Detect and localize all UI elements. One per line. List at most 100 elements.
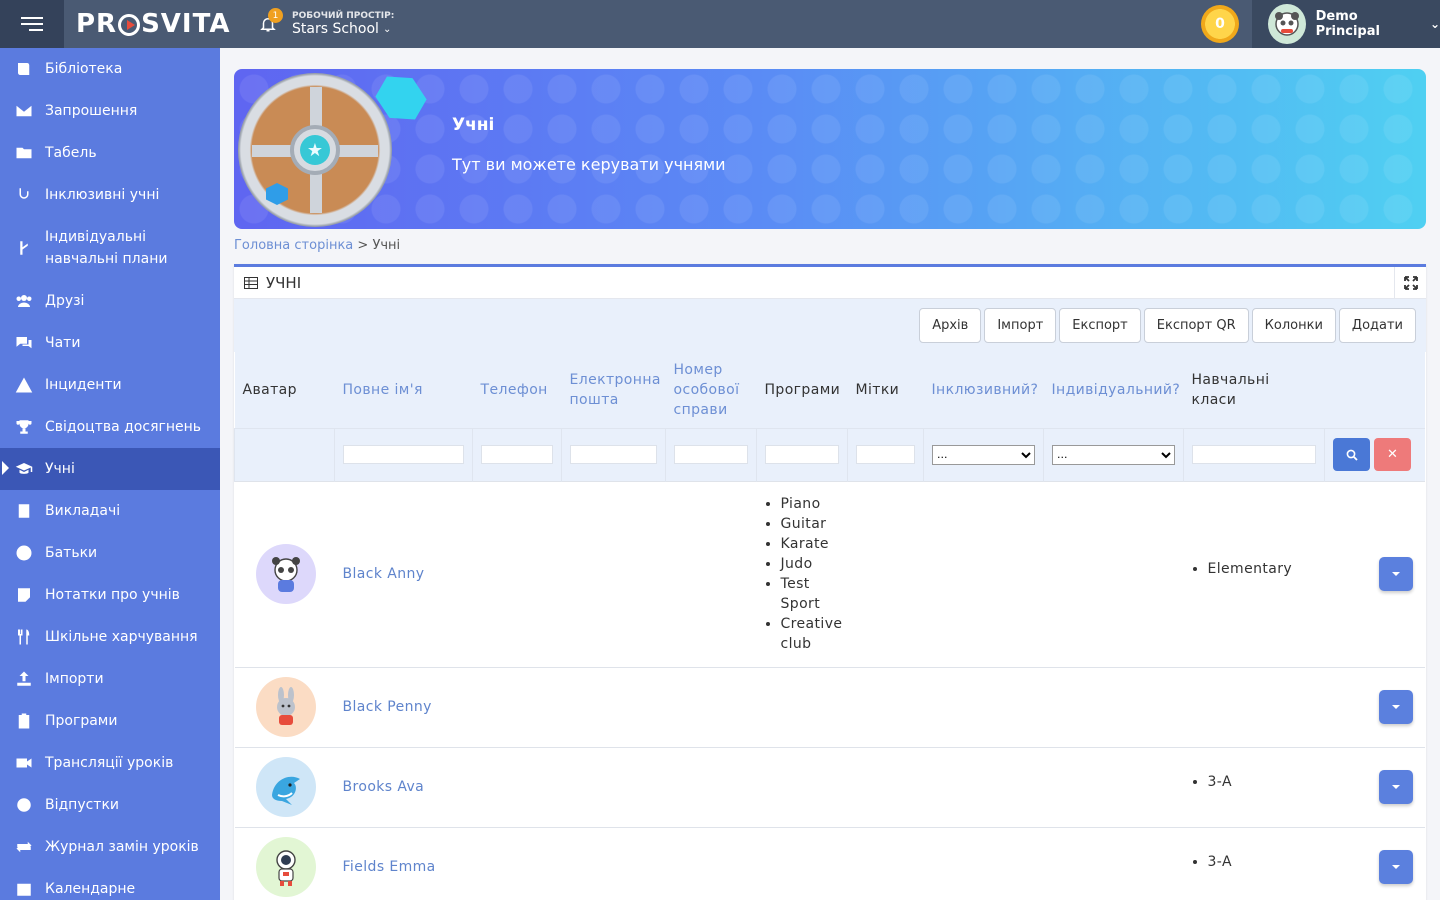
sidebar-item-chats[interactable]: Чати [0, 322, 220, 364]
classes-list: 3-A [1192, 852, 1317, 872]
sidebar-item-programs[interactable]: Програми [0, 700, 220, 742]
sidebar-item-students[interactable]: Учні [0, 448, 220, 490]
sidebar-item-calendar[interactable]: Календарне [0, 868, 220, 900]
column-header-full-name[interactable]: Повне ім'я [334, 352, 473, 428]
column-header-phone[interactable]: Телефон [472, 352, 562, 428]
workspace-name-text: Stars School [292, 21, 379, 37]
row-actions-dropdown[interactable] [1378, 557, 1413, 591]
sidebar-item-parents[interactable]: Батьки [0, 532, 220, 574]
app-logo[interactable]: PR SVITA [64, 0, 236, 48]
import-button[interactable]: Імпорт [984, 308, 1057, 343]
filter-record-number-input[interactable] [674, 445, 748, 464]
sidebar-item-individual-plans[interactable]: Індивідуальні навчальні плани [0, 216, 220, 280]
list-item: Judo [781, 554, 840, 574]
list-item: Karate [781, 534, 840, 554]
filter-search-button[interactable] [1333, 438, 1370, 471]
sidebar-item-inclusive-students[interactable]: Інклюзивні учні [0, 174, 220, 216]
filter-individual-select[interactable]: ... [1052, 444, 1175, 465]
add-button[interactable]: Додати [1338, 308, 1416, 343]
coins-badge[interactable]: 0 [1201, 5, 1239, 43]
sidebar-item-incidents[interactable]: Інциденти [0, 364, 220, 406]
row-actions-dropdown[interactable] [1378, 850, 1413, 885]
sidebar-item-substitutions-log[interactable]: Журнал замін уроків [0, 826, 220, 868]
column-header-inclusive[interactable]: Інклюзивний? [923, 352, 1044, 428]
export-button[interactable]: Експорт [1059, 308, 1141, 343]
filter-tags-input[interactable] [856, 445, 915, 464]
sidebar-item-vacations[interactable]: Відпустки [0, 784, 220, 826]
student-name-link[interactable]: Black Penny [343, 699, 432, 715]
filter-classes-input[interactable] [1192, 445, 1316, 464]
table-icon [244, 276, 258, 289]
classes-list: Elementary [1192, 559, 1317, 579]
sidebar-item-teachers[interactable]: Викладачі [0, 490, 220, 532]
sidebar-item-achievements[interactable]: Свідоцтва досягнень [0, 406, 220, 448]
student-name-link[interactable]: Brooks Ava [343, 779, 425, 795]
table-row: Fields Emma 3-A [234, 826, 1425, 900]
sidebar-item-label: Друзі [45, 293, 85, 309]
list-item: Piano [781, 494, 840, 514]
filter-row: ... ... ✕ [234, 427, 1425, 481]
sidebar-item-label: Запрошення [45, 103, 138, 119]
hands-icon [14, 185, 34, 205]
list-item: Guitar [781, 514, 840, 534]
column-header-classes: Навчальні класи [1183, 352, 1325, 428]
export-qr-button[interactable]: Експорт QR [1143, 308, 1249, 343]
filter-clear-button[interactable]: ✕ [1374, 438, 1411, 471]
close-icon: ✕ [1387, 447, 1398, 462]
list-item: Elementary [1208, 559, 1317, 579]
table-row: Brooks Ava 3-A [234, 746, 1425, 827]
panel-toolbar: Архів Імпорт Експорт Експорт QR Колонки … [234, 299, 1426, 352]
sidebar-item-label: Трансляції уроків [45, 755, 174, 771]
filter-programs-input[interactable] [765, 445, 839, 464]
sidebar-item-school-meals[interactable]: Шкільне харчування [0, 616, 220, 658]
column-header-individual[interactable]: Індивідуальний? [1043, 352, 1184, 428]
expand-button[interactable] [1394, 267, 1426, 299]
shield-icon: ★ [238, 73, 392, 227]
column-header-record-number[interactable]: Номер особової справи [665, 352, 757, 428]
clipboard-icon [14, 711, 34, 731]
sidebar-item-gradebook[interactable]: Табель [0, 132, 220, 174]
student-name-link[interactable]: Black Anny [343, 566, 425, 582]
banner-title: Учні [452, 115, 495, 135]
menu-toggle-button[interactable] [0, 0, 64, 48]
filter-phone-input[interactable] [481, 445, 553, 464]
astronaut-avatar [255, 837, 316, 898]
sidebar-item-student-notes[interactable]: Нотатки про учнів [0, 574, 220, 616]
student-name-link[interactable]: Fields Emma [343, 859, 436, 875]
bunny-avatar [255, 677, 316, 737]
sidebar-item-label: Шкільне харчування [45, 629, 198, 645]
row-actions-dropdown[interactable] [1378, 770, 1413, 804]
user-menu[interactable]: Demo Principal ⌄ [1252, 0, 1440, 48]
filter-email-input[interactable] [570, 445, 657, 464]
list-item: Test Sport [781, 574, 840, 614]
row-actions-dropdown[interactable] [1378, 690, 1413, 724]
filter-cell-empty [234, 427, 335, 481]
sidebar-item-lesson-streams[interactable]: Трансляції уроків [0, 742, 220, 784]
archive-button[interactable]: Архів [919, 308, 982, 343]
banner-subtitle: Тут ви можете керувати учнями [452, 155, 726, 174]
breadcrumb-home-link[interactable]: Головна сторінка [234, 238, 353, 253]
notifications-button[interactable]: 1 [248, 0, 288, 48]
main-content: ★ Учні Тут ви можете керувати учнями Гол… [220, 48, 1440, 900]
sidebar-item-friends[interactable]: Друзі [0, 280, 220, 322]
sidebar-item-invitations[interactable]: Запрошення [0, 90, 220, 132]
route-icon [14, 238, 34, 258]
expand-icon [1403, 276, 1418, 290]
sidebar-item-label: Індивідуальні навчальні плани [45, 229, 168, 267]
column-header-actions [1324, 352, 1425, 428]
sidebar-item-label: Учні [45, 461, 75, 477]
column-header-email[interactable]: Електронна пошта [561, 352, 666, 428]
columns-button[interactable]: Колонки [1251, 308, 1336, 343]
workspace-selector[interactable]: РОБОЧИЙ ПРОСТІР: Stars School ⌄ [292, 11, 394, 37]
page-banner: ★ Учні Тут ви можете керувати учнями [234, 69, 1426, 229]
table-row: Black Penny [234, 666, 1425, 747]
sidebar-item-label: Табель [45, 145, 97, 161]
filter-inclusive-select[interactable]: ... [932, 444, 1035, 465]
sidebar-item-label: Програми [45, 713, 118, 729]
sidebar-item-label: Відпустки [45, 797, 120, 813]
classes-list: 3-A [1192, 772, 1317, 792]
sidebar-item-library[interactable]: Бібліотека [0, 48, 220, 90]
sidebar-item-imports[interactable]: Імпорти [0, 658, 220, 700]
list-item: 3-A [1208, 852, 1317, 872]
filter-full-name-input[interactable] [343, 445, 464, 464]
